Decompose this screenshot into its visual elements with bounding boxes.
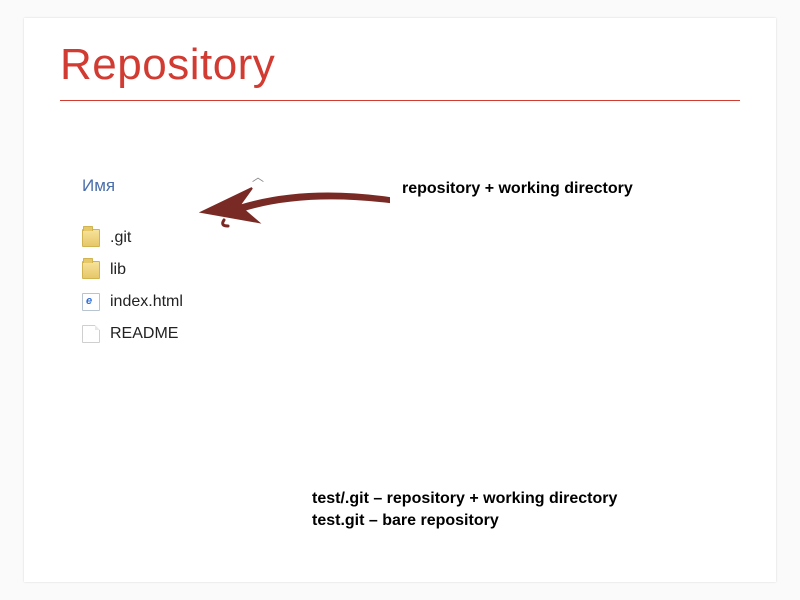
title-divider [60, 100, 740, 101]
file-name: .git [110, 229, 131, 247]
file-name: README [110, 325, 178, 343]
folder-icon [82, 229, 100, 247]
arrow-icon [184, 178, 394, 228]
footer-line-1: test/.git – repository + working directo… [312, 488, 617, 510]
slide: Repository Имя ︿ .git lib index.html REA… [24, 18, 776, 582]
html-file-icon [82, 293, 100, 311]
folder-icon [82, 261, 100, 279]
file-list: .git lib index.html README [82, 222, 292, 350]
annotation-label: repository + working directory [402, 180, 633, 198]
footer-notes: test/.git – repository + working directo… [312, 488, 617, 531]
list-item: README [82, 318, 292, 350]
footer-line-2: test.git – bare repository [312, 510, 617, 532]
slide-title: Repository [60, 40, 275, 90]
file-name: lib [110, 261, 126, 279]
generic-file-icon [82, 325, 100, 343]
file-name: index.html [110, 293, 183, 311]
column-header-label: Имя [82, 176, 115, 196]
list-item: index.html [82, 286, 292, 318]
list-item: lib [82, 254, 292, 286]
